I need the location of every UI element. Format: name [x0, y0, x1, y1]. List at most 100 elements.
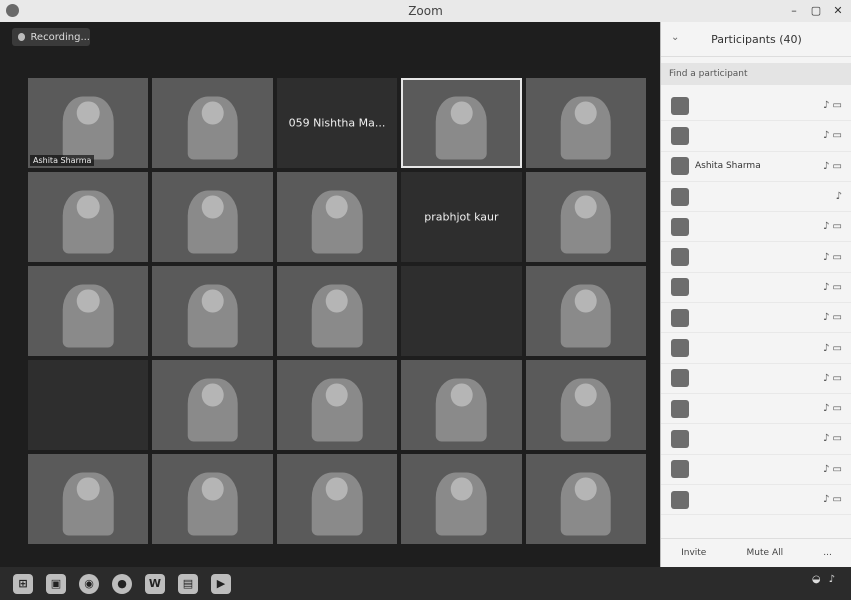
participant-row[interactable]: ♪ ▭ — [661, 212, 851, 243]
video-tile[interactable] — [28, 266, 149, 356]
word-icon[interactable]: W — [145, 573, 165, 594]
participant-search-placeholder: Find a participant — [669, 69, 748, 79]
participant-video — [436, 472, 487, 535]
media-icon[interactable]: ● — [112, 573, 132, 594]
collapse-chevron-icon[interactable]: ⌄ — [671, 32, 679, 43]
participant-status-icons[interactable]: ♪ ▭ — [823, 343, 842, 354]
participant-status-icons[interactable]: ♪ — [836, 191, 842, 202]
participant-video — [560, 472, 612, 535]
video-tile[interactable] — [401, 78, 522, 168]
participants-header: ⌄ Participants (40) — [661, 22, 851, 57]
more-button[interactable]: ... — [823, 548, 832, 558]
video-tile[interactable] — [525, 78, 646, 168]
video-tile[interactable] — [525, 266, 646, 356]
participant-status-icons[interactable]: ♪ ▭ — [823, 373, 842, 384]
participant-video — [187, 472, 238, 535]
video-tile[interactable] — [525, 454, 646, 544]
participant-row[interactable]: ♪ ▭ — [661, 242, 851, 273]
invite-button[interactable]: Invite — [681, 548, 706, 558]
video-tile[interactable] — [276, 454, 398, 544]
network-icon[interactable]: ◒ — [812, 574, 821, 585]
video-tile[interactable] — [152, 266, 273, 356]
video-tile[interactable]: 059 Nishtha Ma... — [276, 78, 398, 168]
participant-status-icons[interactable]: ♪ ▭ — [823, 130, 842, 141]
video-tile[interactable] — [152, 454, 273, 544]
participant-row[interactable]: ♪ ▭ — [661, 455, 851, 485]
video-tile[interactable]: Ashita Sharma — [28, 78, 149, 168]
participant-row[interactable]: ♪ ▭ — [661, 303, 851, 334]
window-controls: – ▢ ✕ — [787, 3, 845, 17]
participant-row[interactable]: ♪ ▭ — [661, 485, 851, 516]
participant-video — [560, 190, 612, 253]
participant-row[interactable]: ♪ ▭ — [661, 333, 851, 364]
zoom-icon[interactable]: ▶ — [211, 573, 231, 594]
participants-panel: ⌄ Participants (40) Find a participant ♪… — [660, 22, 851, 567]
avatar — [671, 187, 689, 206]
video-tile[interactable] — [401, 360, 522, 450]
video-tile[interactable] — [28, 454, 149, 544]
video-tile[interactable] — [525, 360, 646, 450]
participant-status-icons[interactable]: ♪ ▭ — [823, 433, 842, 444]
title-bar: Zoom – ▢ ✕ — [0, 0, 851, 23]
participant-video — [436, 96, 487, 159]
video-tile[interactable] — [276, 266, 398, 356]
participant-row[interactable]: ♪ — [661, 182, 851, 213]
maximize-button[interactable]: ▢ — [809, 3, 823, 17]
participant-row[interactable]: ♪ ▭ — [661, 273, 851, 304]
avatar — [671, 96, 689, 115]
participant-status-icons[interactable]: ♪ ▭ — [823, 312, 842, 323]
participant-status-icons[interactable]: ♪ ▭ — [823, 221, 842, 232]
avatar — [671, 490, 689, 509]
video-tile[interactable] — [28, 172, 149, 262]
minimize-button[interactable]: – — [787, 3, 801, 17]
participant-video — [62, 472, 114, 535]
participant-video — [187, 284, 238, 347]
participant-status-icons[interactable]: ♪ ▭ — [823, 100, 842, 111]
video-tile[interactable] — [152, 78, 273, 168]
volume-icon[interactable]: ♪ — [829, 574, 835, 585]
video-tile[interactable] — [152, 360, 273, 450]
folder-icon[interactable]: ▤ — [178, 573, 198, 594]
participant-row[interactable]: ♪ ▭ — [661, 364, 851, 394]
tile-name-label: Ashita Sharma — [30, 155, 95, 166]
participant-row[interactable]: Ashita Sharma ♪ ▭ — [661, 152, 851, 182]
participant-row[interactable]: ♪ ▭ — [661, 91, 851, 122]
participants-list: ♪ ▭ ♪ ▭ Ashita Sharma ♪ ▭ ♪ ♪ ▭ ♪ ▭ ♪ ▭ ♪ ▭ ♪ ▭ ♪ … — [661, 91, 851, 516]
participant-status-icons[interactable]: ♪ ▭ — [823, 252, 842, 263]
participant-video — [311, 472, 363, 535]
participant-status-icons[interactable]: ♪ ▭ — [823, 494, 842, 505]
avatar — [671, 429, 689, 448]
chrome-icon[interactable]: ◉ — [79, 573, 99, 594]
participant-video — [436, 378, 487, 441]
participant-row[interactable]: ♪ ▭ — [661, 394, 851, 425]
video-grid: Ashita Sharma 059 Nishtha Ma... prabhjot k… — [28, 78, 646, 544]
video-tile[interactable] — [28, 360, 149, 450]
avatar — [671, 460, 689, 479]
video-tile[interactable]: prabhjot kaur — [401, 172, 522, 262]
participant-video — [560, 96, 612, 159]
avatar — [671, 399, 689, 418]
recording-label: Recording... — [30, 31, 90, 43]
close-button[interactable]: ✕ — [831, 3, 845, 17]
video-tile[interactable] — [525, 172, 646, 262]
video-tile[interactable] — [152, 172, 273, 262]
video-tile[interactable] — [276, 172, 398, 262]
tile-center-name: 059 Nishtha Ma... — [288, 116, 386, 130]
mute-all-button[interactable]: Mute All — [747, 548, 784, 558]
participant-status-icons[interactable]: ♪ ▭ — [823, 282, 842, 293]
participant-row[interactable]: ♪ ▭ — [661, 424, 851, 455]
participant-status-icons[interactable]: ♪ ▭ — [823, 464, 842, 475]
video-tile[interactable] — [401, 266, 522, 356]
participant-status-icons[interactable]: ♪ ▭ — [823, 403, 842, 414]
participant-search-input[interactable]: Find a participant — [661, 63, 851, 85]
participant-row[interactable]: ♪ ▭ — [661, 121, 851, 152]
avatar — [671, 278, 689, 297]
search-icon[interactable]: ▣ — [46, 573, 66, 594]
video-tile[interactable] — [276, 360, 398, 450]
participant-video — [187, 378, 238, 441]
participants-footer: Invite Mute All ... — [661, 538, 851, 567]
start-icon[interactable]: ⊞ — [13, 573, 33, 594]
recording-indicator[interactable]: Recording... — [12, 28, 90, 46]
participant-status-icons[interactable]: ♪ ▭ — [823, 161, 842, 172]
video-tile[interactable] — [401, 454, 522, 544]
